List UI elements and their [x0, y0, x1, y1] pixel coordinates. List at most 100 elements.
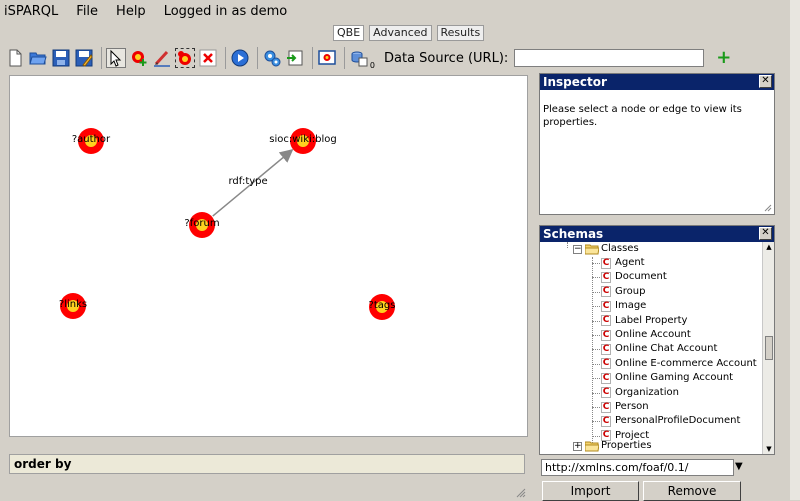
schema-scrollbar[interactable]: ▲ ▼ — [762, 242, 774, 454]
view-tabs: QBE Advanced Results — [333, 25, 485, 41]
scroll-up-icon[interactable]: ▲ — [764, 242, 774, 252]
add-node-icon[interactable] — [129, 48, 149, 68]
menu-bar: iSPARQL File Help Logged in as demo — [0, 0, 800, 22]
edge-label[interactable]: rdf:type — [229, 176, 268, 187]
add-data-source-icon[interactable]: + — [716, 49, 731, 67]
class-icon: C — [601, 315, 611, 327]
tree-line — [592, 263, 600, 264]
schema-class-item[interactable]: C Image — [601, 299, 646, 313]
tab-advanced[interactable]: Advanced — [369, 25, 432, 41]
class-icon: C — [601, 271, 611, 283]
select-pointer-icon[interactable] — [106, 48, 126, 68]
toolbar: 0 Data Source (URL): + — [0, 44, 800, 72]
schema-class-item[interactable]: C Organization — [601, 386, 679, 400]
schema-class-label: Agent — [615, 257, 645, 268]
schema-class-item[interactable]: C Online E-commerce Account — [601, 357, 757, 371]
schemas-panel: Schemas ✕ − Classes C Agent C Document C Grou… — [539, 225, 775, 455]
delete-icon[interactable] — [198, 48, 218, 68]
chevron-down-icon[interactable]: ▼ — [735, 461, 743, 472]
tree-line — [567, 242, 568, 248]
schema-class-item[interactable]: C Agent — [601, 256, 645, 270]
schema-class-item[interactable]: C Online Chat Account — [601, 342, 717, 356]
tree-line — [592, 335, 600, 336]
class-icon: C — [601, 343, 611, 355]
class-icon: C — [601, 387, 611, 399]
draw-edge-icon[interactable] — [152, 48, 172, 68]
tree-line — [592, 421, 600, 423]
folder-icon — [585, 441, 599, 451]
order-by-bar[interactable]: order by — [9, 454, 525, 474]
tree-line — [592, 363, 600, 365]
schemas-close-icon[interactable]: ✕ — [759, 227, 772, 240]
generate-icon[interactable] — [262, 48, 282, 68]
app-name: iSPARQL — [4, 3, 59, 19]
remove-button[interactable]: Remove — [643, 481, 741, 501]
group-icon[interactable] — [175, 48, 195, 68]
menu-help[interactable]: Help — [116, 4, 146, 19]
dataset-count: 0 — [369, 61, 375, 70]
schema-class-label: Online Gaming Account — [615, 372, 734, 384]
schema-class-item[interactable]: C Label Property — [601, 314, 687, 328]
tree-line — [592, 277, 600, 279]
schema-class-item[interactable]: C Person — [601, 400, 649, 414]
schema-class-label: Label Property — [615, 314, 688, 326]
run-query-icon[interactable] — [230, 48, 250, 68]
class-icon: C — [601, 286, 611, 298]
tab-results[interactable]: Results — [436, 25, 485, 41]
import-button[interactable]: Import — [542, 481, 639, 501]
menu-file[interactable]: File — [76, 4, 98, 19]
schema-class-label: Person — [615, 401, 649, 412]
save-icon[interactable] — [51, 48, 71, 68]
class-icon: C — [601, 415, 611, 427]
tree-line — [592, 291, 600, 293]
schema-class-item[interactable]: C Document — [601, 270, 667, 284]
tree-node-classes[interactable]: − Classes — [573, 242, 639, 256]
schema-class-item[interactable]: C Group — [601, 285, 645, 299]
tree-line — [592, 257, 593, 447]
tree-line — [592, 435, 600, 437]
toolbar-separator — [101, 47, 102, 69]
tree-node-label: Classes — [601, 243, 639, 254]
open-folder-icon[interactable] — [28, 48, 48, 68]
save-as-icon[interactable] — [74, 48, 94, 68]
inspector-close-icon[interactable]: ✕ — [759, 75, 772, 88]
graph-svg — [60, 128, 395, 320]
query-canvas[interactable]: rdf:type ?forum sioc:wiki:blog ?author ?link… — [9, 75, 528, 437]
datasource-url-input[interactable] — [514, 49, 705, 67]
schema-class-item[interactable]: C Online Account — [601, 328, 691, 342]
import-icon[interactable] — [285, 48, 305, 68]
tree-line — [592, 306, 600, 308]
schema-tree: − Classes C Agent C Document C Group C Image C La… — [540, 242, 762, 454]
inspector-message: Please select a node or edge to view its… — [543, 104, 742, 128]
resize-grip-icon[interactable] — [764, 204, 772, 212]
toolbar-separator — [312, 47, 313, 69]
node-label: ?tags — [368, 300, 396, 311]
login-status: Logged in as demo — [163, 3, 288, 19]
scroll-down-icon[interactable]: ▼ — [764, 444, 774, 454]
schema-class-label: Online Chat Account — [615, 343, 718, 355]
class-icon: C — [601, 372, 611, 384]
datasets-icon[interactable]: 0 — [349, 48, 375, 70]
class-icon: C — [601, 257, 611, 269]
class-icon: C — [601, 300, 611, 312]
tree-node-label: Properties — [601, 440, 652, 451]
toolbar-separator — [344, 47, 345, 69]
resize-grip-icon[interactable] — [516, 488, 526, 498]
class-icon: C — [601, 358, 611, 370]
tab-qbe[interactable]: QBE — [333, 25, 365, 41]
schema-class-label: Organization — [615, 386, 679, 398]
window-edge — [790, 0, 800, 500]
schema-class-item[interactable]: C PersonalProfileDocument — [601, 414, 740, 428]
tree-node-properties[interactable]: + Properties — [573, 439, 652, 453]
schema-url-input[interactable]: http://xmlns.com/foaf/0.1/ — [541, 459, 734, 476]
visualize-icon[interactable] — [317, 48, 337, 68]
inspector-panel: Inspector ✕ Please select a node or edge… — [539, 73, 775, 215]
schema-class-item[interactable]: C Online Gaming Account — [601, 371, 733, 385]
node-label: ?links — [58, 299, 88, 310]
node-label: ?forum — [184, 218, 220, 229]
toolbar-separator — [225, 47, 226, 69]
new-file-icon[interactable] — [5, 48, 25, 68]
collapse-icon[interactable]: − — [573, 244, 582, 254]
expand-icon[interactable]: + — [573, 441, 582, 451]
scroll-thumb[interactable] — [765, 336, 773, 360]
